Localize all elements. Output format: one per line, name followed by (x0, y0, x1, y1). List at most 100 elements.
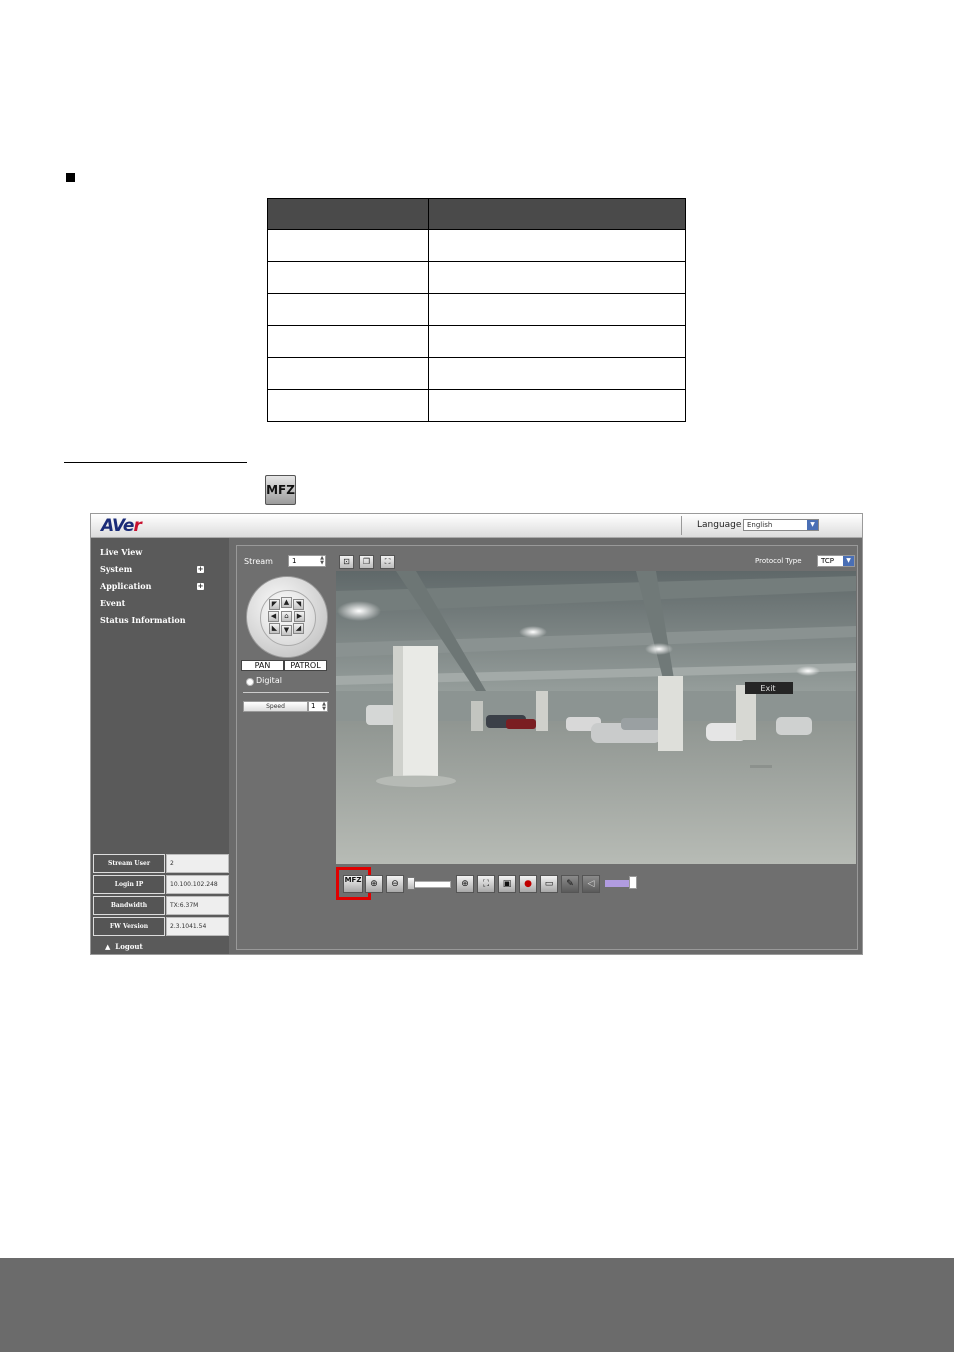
protocol-type-select[interactable]: TCP ▼ (817, 555, 855, 567)
table-cell (428, 357, 686, 390)
digital-zoom-icon[interactable]: ⊕ (456, 875, 474, 893)
sidebar-item-status-information[interactable]: Status Information (100, 615, 186, 625)
microphone-icon[interactable]: ✎ (561, 875, 579, 893)
spec-table (267, 198, 686, 422)
patrol-button[interactable]: PATROL (284, 660, 327, 671)
arrow-down-right-icon[interactable]: ◢ (293, 623, 304, 634)
arrow-up-left-icon[interactable]: ◤ (269, 599, 280, 610)
arrow-left-icon[interactable]: ◀ (268, 611, 279, 622)
digital-radio[interactable] (246, 678, 254, 686)
arrow-up-right-icon[interactable]: ◥ (293, 599, 304, 610)
arrow-down-left-icon[interactable]: ◣ (269, 623, 280, 634)
focus-icon[interactable]: ⛶ (477, 875, 495, 893)
info-key: FW Version (93, 917, 165, 936)
exit-sign-text: Exit (760, 684, 775, 693)
osd-icon[interactable]: ▭ (540, 875, 558, 893)
logout-label: Logout (115, 942, 143, 951)
home-icon[interactable]: ⌂ (281, 611, 292, 622)
table-cell (267, 389, 429, 422)
table-cell (267, 325, 429, 358)
spinner-arrows-icon[interactable]: ▲ ▼ (322, 702, 326, 712)
arrow-right-icon[interactable]: ▶ (294, 611, 305, 622)
table-cell (428, 325, 686, 358)
info-row: FW Version 2.3.1041.54 (93, 917, 229, 936)
expand-plus-icon[interactable]: + (197, 566, 204, 573)
info-value: 2 (166, 854, 229, 873)
view-fullscreen-icon[interactable]: ⛶ (380, 555, 395, 569)
language-label: Language (697, 520, 742, 530)
table-cell (428, 229, 686, 262)
stream-spinner[interactable]: 1 ▲ ▼ (288, 555, 326, 567)
status-info-panel: Stream User 2 Login IP 10.100.102.248 Ba… (93, 854, 229, 938)
info-key: Login IP (93, 875, 165, 894)
camera-web-ui-screenshot: AVer Language English ▼ Live View System … (90, 513, 863, 955)
stream-value: 1 (292, 557, 297, 565)
mfz-button[interactable]: MFZ (343, 875, 363, 893)
table-cell (267, 293, 429, 326)
aver-logo: AVer (101, 516, 142, 536)
stream-label: Stream (244, 557, 273, 566)
page-footer-band (0, 1258, 954, 1352)
info-row: Bandwidth TX:6.37M (93, 896, 229, 915)
logout-link[interactable]: ▲ Logout (105, 942, 143, 951)
top-bar: AVer Language English ▼ (91, 514, 862, 538)
info-value: TX:6.37M (166, 896, 229, 915)
record-icon[interactable]: ● (519, 875, 537, 893)
expand-plus-icon[interactable]: + (197, 583, 204, 590)
table-row (267, 293, 686, 326)
zoom-out-icon[interactable]: ⊖ (386, 875, 404, 893)
table-cell (267, 357, 429, 390)
info-row: Login IP 10.100.102.248 (93, 875, 229, 894)
section-underline (64, 462, 247, 463)
digital-label: Digital (256, 676, 282, 685)
pan-button[interactable]: PAN (241, 660, 284, 671)
logo-text-accent: r (133, 516, 141, 536)
volume-slider-handle[interactable] (629, 876, 637, 889)
sidebar-item-system[interactable]: System (100, 564, 132, 574)
view-size-1x-icon[interactable]: ⊡ (339, 555, 354, 569)
speed-value: 1 (311, 702, 316, 710)
info-row: Stream User 2 (93, 854, 229, 873)
sidebar: Live View System + Application + Event S… (91, 538, 229, 954)
divider (681, 516, 682, 535)
info-value: 10.100.102.248 (166, 875, 229, 894)
zoom-slider-handle[interactable] (407, 877, 415, 890)
sidebar-item-application[interactable]: Application (100, 581, 151, 591)
live-video-feed[interactable]: Exit (336, 571, 856, 864)
ptz-control-wheel: ◤ ▲ ◥ ◀ ⌂ ▶ ◣ ▼ ◢ (246, 576, 328, 658)
sidebar-item-live-view[interactable]: Live View (100, 547, 142, 557)
info-key: Stream User (93, 854, 165, 873)
zoom-in-icon[interactable]: ⊕ (365, 875, 383, 893)
arrow-up-icon[interactable]: ▲ (281, 597, 292, 608)
chevron-down-icon: ▼ (843, 556, 854, 566)
speed-label: Speed (243, 701, 308, 712)
table-header-row (267, 198, 686, 230)
table-row (267, 357, 686, 390)
table-cell (267, 229, 429, 262)
protocol-value: TCP (821, 557, 834, 565)
sidebar-item-event[interactable]: Event (100, 598, 125, 608)
table-row (267, 325, 686, 358)
table-cell (428, 261, 686, 294)
language-select[interactable]: English ▼ (743, 519, 819, 531)
chevron-down-icon: ▼ (807, 520, 818, 530)
spinner-arrows-icon[interactable]: ▲ ▼ (320, 556, 324, 566)
user-icon: ▲ (105, 942, 111, 951)
snapshot-icon[interactable]: ▣ (498, 875, 516, 893)
speed-spinner[interactable]: 1 ▲ ▼ (308, 701, 328, 712)
table-cell (428, 198, 686, 230)
table-cell (267, 198, 429, 230)
divider (243, 692, 329, 693)
arrow-down-icon[interactable]: ▼ (281, 625, 292, 636)
language-value: English (747, 521, 773, 529)
bullet-square (66, 173, 75, 182)
view-window-icon[interactable]: ❐ (359, 555, 374, 569)
info-value: 2.3.1041.54 (166, 917, 229, 936)
speaker-mute-icon[interactable]: ◁ (582, 875, 600, 893)
info-key: Bandwidth (93, 896, 165, 915)
table-cell (267, 261, 429, 294)
table-cell (428, 293, 686, 326)
table-row (267, 389, 686, 422)
live-view-panel: Stream 1 ▲ ▼ ◤ ▲ ◥ ◀ ⌂ ▶ ◣ ▼ ◢ PAN PATROL … (236, 545, 858, 950)
table-row (267, 229, 686, 262)
